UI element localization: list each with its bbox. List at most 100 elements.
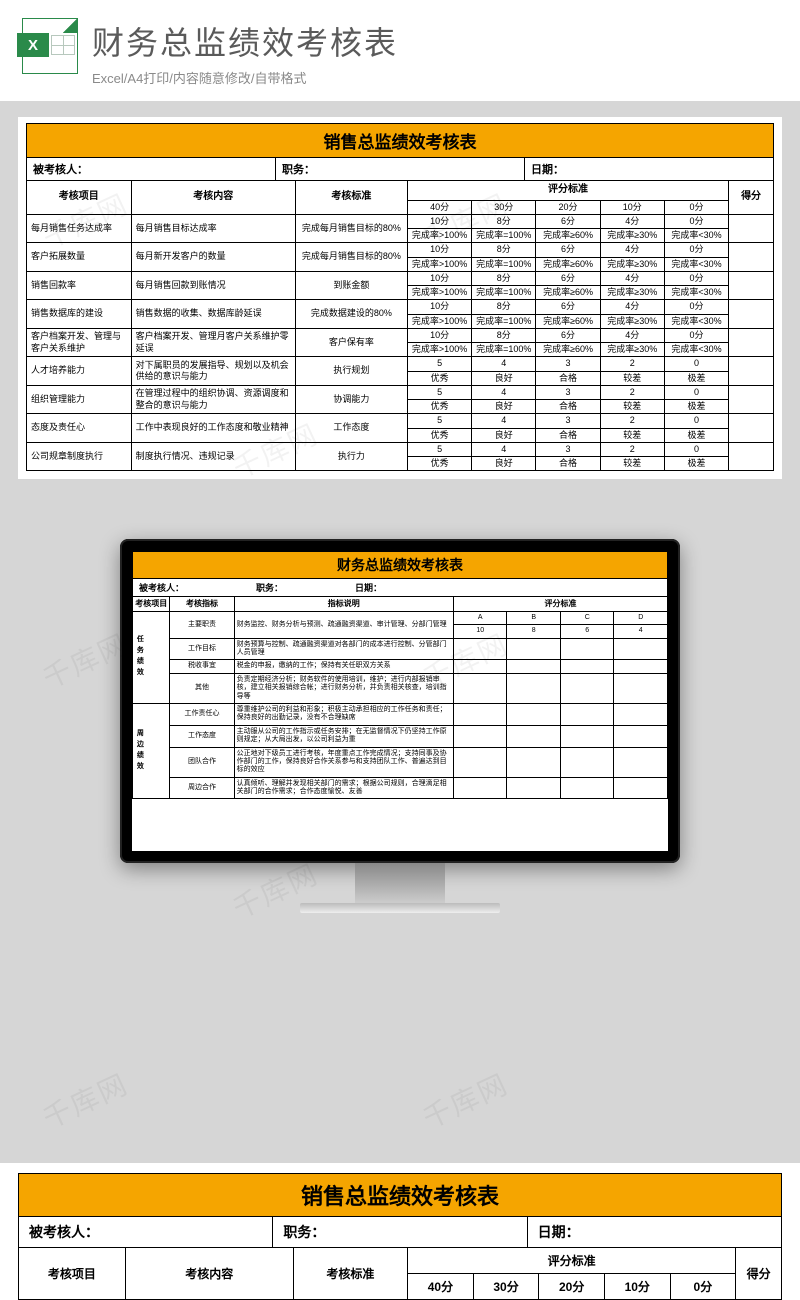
rate-cell: 极差 [664, 400, 728, 414]
rate-cell: 完成率<30% [664, 229, 728, 243]
watermark: 千库网 [416, 1063, 514, 1137]
score-cell: 4 [472, 442, 536, 456]
meta-date: 日期： [525, 158, 773, 180]
rate-cell: 优秀 [407, 428, 471, 442]
s2-desc: 主动服从公司的工作指示或任务安排；在无监督情况下仍坚持工作原则规定；从大局出发，… [234, 725, 453, 747]
score-cell: 2 [600, 442, 664, 456]
s2-desc: 公正地对下级员工进行考核，年度重点工作完成情况；支持同事及协作部门的工作，保持良… [234, 747, 453, 777]
row-project: 销售回款率 [27, 271, 132, 300]
row-project: 组织管理能力 [27, 385, 132, 414]
rate-cell: 完成率≥30% [600, 286, 664, 300]
page-subtitle: Excel/A4打印/内容随意修改/自带格式 [92, 68, 778, 87]
col-score: 得分 [729, 181, 774, 214]
score-cell: 10分 [407, 300, 471, 314]
s2-assessee: 被考核人： [133, 579, 190, 596]
pk-score-cell: 10分 [604, 1274, 670, 1300]
row-project: 态度及责任心 [27, 414, 132, 443]
rate-cell: 良好 [472, 400, 536, 414]
score-cell: 6分 [536, 214, 600, 228]
row-content: 在管理过程中的组织协调、资源调度和整合的意识与能力 [131, 385, 295, 414]
row-content: 每月销售目标达成率 [131, 214, 295, 243]
score-cell: 10分 [600, 200, 664, 214]
rate-cell: 良好 [472, 457, 536, 471]
abcd-cell: D [614, 611, 668, 624]
col-project: 考核项目 [27, 181, 132, 214]
score-value [729, 414, 774, 443]
s2-desc: 税金的申报，缴纳的工作；保持有关任职双方关系 [234, 660, 453, 673]
s2-desc: 财务预算与控制、疏通融资渠道对各部门的成本进行控制、分管部门人员管理 [234, 638, 453, 660]
rate-cell: 完成率>100% [407, 343, 471, 357]
score-cell: 0 [664, 442, 728, 456]
s2-indicator: 团队合作 [170, 747, 234, 777]
row-standard: 执行力 [295, 442, 407, 471]
score-cell: 6分 [536, 328, 600, 342]
rate-cell: 完成率≥30% [600, 314, 664, 328]
rate-cell: 完成率≥30% [600, 257, 664, 271]
col-scoring: 评分标准 [407, 181, 728, 200]
rate-cell: 完成率≥60% [536, 343, 600, 357]
sheet1-card: 销售总监绩效考核表 被考核人： 职务： 日期： 考核项目 考核内容 考核标准 评… [18, 117, 782, 479]
score-cell: 4分 [600, 271, 664, 285]
group1: 任务绩效 [133, 611, 170, 703]
score-cell: 8分 [472, 214, 536, 228]
page-header: X 财务总监绩效考核表 Excel/A4打印/内容随意修改/自带格式 [0, 0, 800, 101]
pk-col3: 考核标准 [293, 1248, 407, 1300]
rate-cell: 完成率=100% [472, 229, 536, 243]
s2-desc: 尊重维护公司的利益和形象；积极主动承担相应的工作任务和责任；保持良好的出勤记录，… [234, 703, 453, 725]
sheet2-title: 财务总监绩效考核表 [132, 551, 668, 579]
s2-desc: 认真倾听、理解并发现相关部门的需求；根据公司规则，合理滴足相关部门的合作需求；合… [234, 777, 453, 799]
score-cell: 0分 [664, 300, 728, 314]
rate-cell: 完成率≥60% [536, 257, 600, 271]
rate-cell: 极差 [664, 428, 728, 442]
row-standard: 完成每月销售目标的80% [295, 214, 407, 243]
score-cell: 10分 [407, 328, 471, 342]
rate-cell: 完成率>100% [407, 314, 471, 328]
rate-cell: 合格 [536, 457, 600, 471]
rate-cell: 完成率≥30% [600, 343, 664, 357]
score-cell: 8分 [472, 300, 536, 314]
score-cell: 4 [472, 357, 536, 371]
pk-col4: 评分标准 [408, 1248, 736, 1274]
score-cell: 0分 [664, 243, 728, 257]
pk-score-cell: 0分 [670, 1274, 736, 1300]
pk-score-cell: 20分 [539, 1274, 605, 1300]
score-cell: 0分 [664, 271, 728, 285]
score-cell: 4分 [600, 300, 664, 314]
sheet1-table: 考核项目 考核内容 考核标准 评分标准 得分 40分30分20分10分0分 每月… [26, 181, 774, 471]
rate-cell: 完成率=100% [472, 314, 536, 328]
score-cell: 0分 [664, 200, 728, 214]
score-cell: 2 [600, 385, 664, 399]
s2-col1: 考核项目 [133, 597, 170, 611]
score-cell: 8分 [472, 271, 536, 285]
score-cell: 0 [664, 357, 728, 371]
score-cell: 10分 [407, 214, 471, 228]
score-cell: 10分 [407, 271, 471, 285]
rate-cell: 完成率>100% [407, 229, 471, 243]
score-cell: 8分 [472, 243, 536, 257]
num-cell: 10 [453, 625, 507, 638]
rate-cell: 合格 [536, 371, 600, 385]
score-value [729, 385, 774, 414]
s2-indicator: 工作目标 [170, 638, 234, 660]
s2-position: 职务： [250, 579, 289, 596]
score-cell: 6分 [536, 243, 600, 257]
rate-cell: 较差 [600, 428, 664, 442]
watermark: 千库网 [36, 1063, 134, 1137]
row-standard: 到账金额 [295, 271, 407, 300]
score-cell: 2 [600, 414, 664, 428]
score-cell: 3 [536, 414, 600, 428]
rate-cell: 完成率≥60% [536, 229, 600, 243]
num-cell: 8 [507, 625, 561, 638]
row-project: 每月销售任务达成率 [27, 214, 132, 243]
peek-position: 职务： [273, 1217, 527, 1247]
rate-cell: 完成率=100% [472, 257, 536, 271]
rate-cell: 完成率<30% [664, 343, 728, 357]
score-cell: 4 [472, 385, 536, 399]
row-project: 销售数据库的建设 [27, 300, 132, 329]
score-cell: 3 [536, 442, 600, 456]
row-content: 对下属职员的发展指导、规划以及机会供给的意识与能力 [131, 357, 295, 386]
sheet2-table: 考核项目 考核指标 指标说明 评分标准 任务绩效主要职责财务监控、财务分析与预测… [132, 597, 668, 799]
rate-cell: 极差 [664, 371, 728, 385]
row-standard: 完成每月销售目标的80% [295, 243, 407, 272]
monitor-mockup: 财务总监绩效考核表 被考核人： 职务： 日期： 考核项目 考核指标 指标说明 评… [120, 539, 680, 913]
